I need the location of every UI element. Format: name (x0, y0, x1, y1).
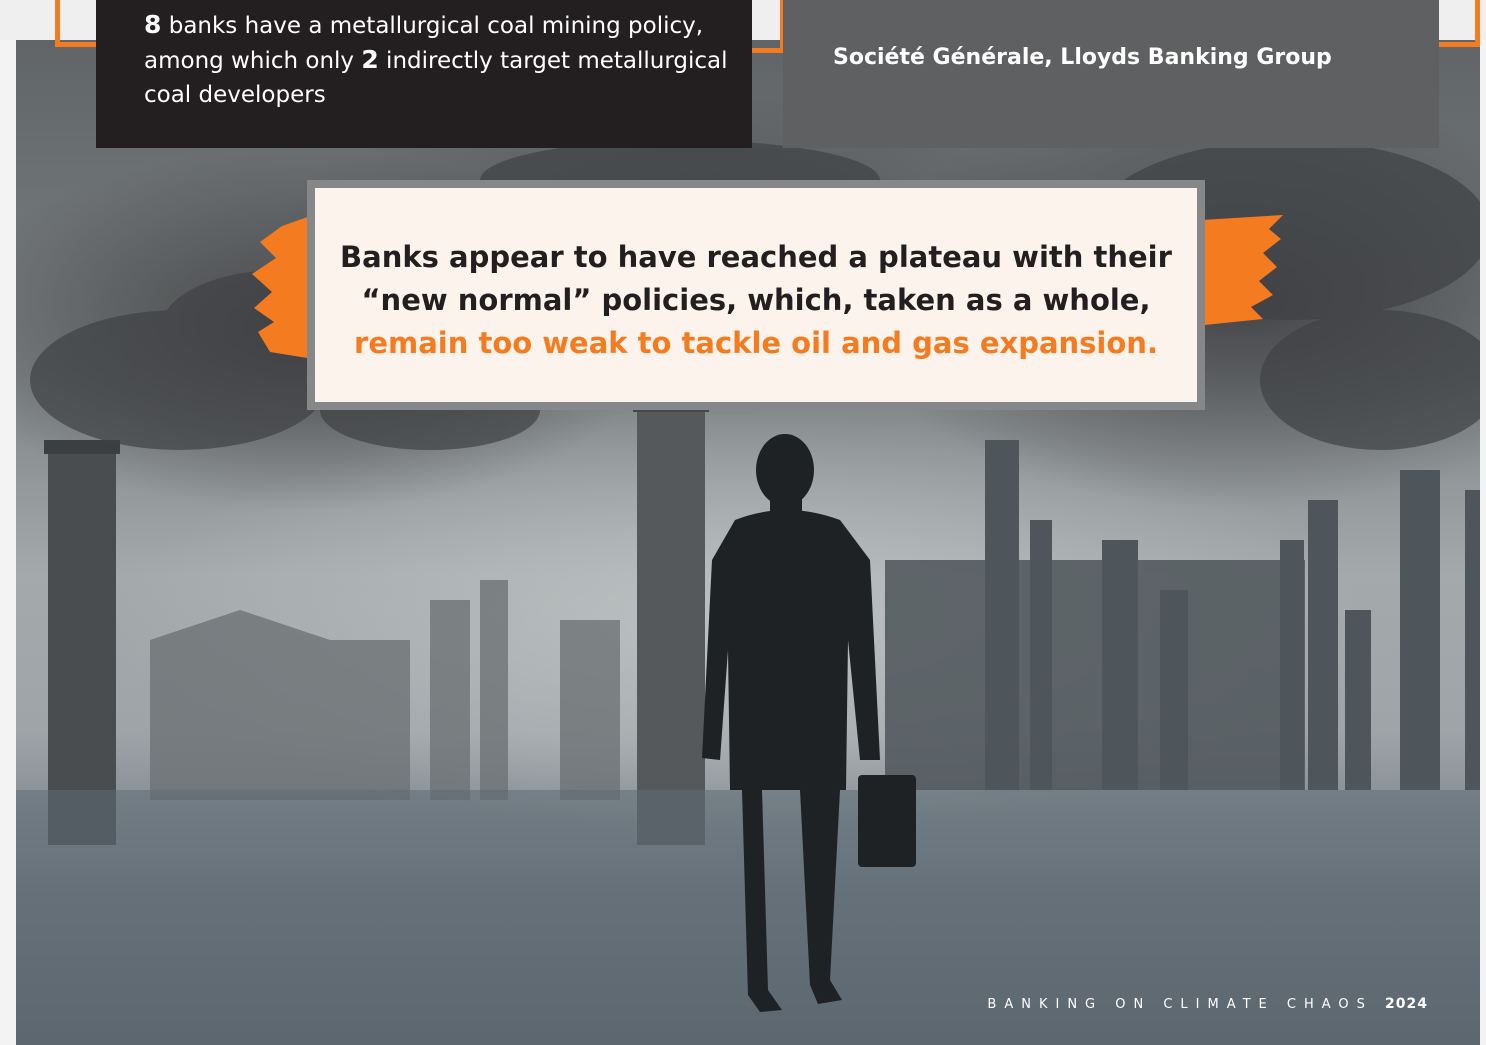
indirect-count: 2 (361, 45, 379, 74)
bank-names-box: Société Générale, Lloyds Banking Group (783, 0, 1439, 148)
corner-bracket-left (55, 0, 100, 47)
coal-policy-box: 8 banks have a metallurgical coal mining… (96, 0, 752, 148)
callout-line-2: “new normal” policies, which, taken as a… (361, 283, 1151, 317)
industrial-scene-illustration (0, 140, 1486, 1045)
report-title: BANKING ON CLIMATE CHAOS (987, 997, 1373, 1012)
report-footer: BANKING ON CLIMATE CHAOS 2024 (987, 996, 1428, 1012)
callout-content: Banks appear to have reached a plateau w… (315, 188, 1197, 402)
frame-left (0, 40, 16, 1045)
briefcase (858, 775, 916, 867)
smokestack-center (637, 405, 705, 845)
bank-names: Société Générale, Lloyds Banking Group (833, 45, 1332, 70)
callout-highlight: remain too weak to tackle oil and gas ex… (354, 326, 1158, 360)
corner-bracket-right (1439, 0, 1480, 47)
report-page: 8 banks have a metallurgical coal mining… (0, 0, 1486, 1045)
key-finding-callout: Banks appear to have reached a plateau w… (307, 180, 1205, 410)
report-year: 2024 (1385, 996, 1428, 1012)
callout-line-1: Banks appear to have reached a plateau w… (340, 240, 1172, 274)
smokestack-left (48, 445, 116, 845)
bank-count: 8 (144, 10, 162, 39)
frame-right (1480, 40, 1486, 1045)
